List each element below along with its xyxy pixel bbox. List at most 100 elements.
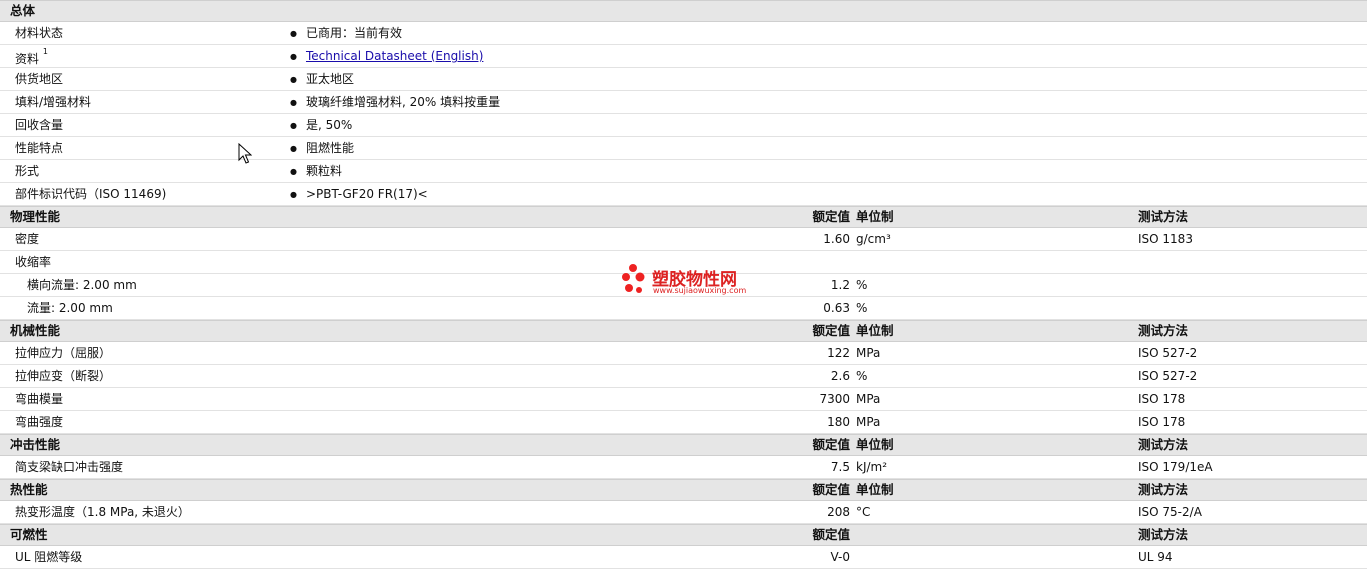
row-value: >PBT-GF20 FR(17)<	[290, 183, 428, 207]
row-value: 7.5	[830, 460, 850, 474]
mouse-pointer-icon	[238, 143, 252, 164]
general-row-features: 性能特点 阻燃性能	[0, 137, 1367, 160]
row-value: Technical Datasheet (English)	[290, 45, 483, 69]
header-test: 测试方法	[1138, 323, 1189, 338]
row-value: 已商用：当前有效	[290, 22, 402, 46]
section-flammability-header: 可燃性 额定值 测试方法	[0, 524, 1367, 546]
header-test: 测试方法	[1138, 209, 1189, 224]
row-value: 是, 50%	[290, 114, 352, 138]
header-test: 测试方法	[1138, 437, 1189, 452]
thermal-row-hdt: 热变形温度（1.8 MPa, 未退火） 208 °C ISO 75-2/A	[0, 501, 1367, 524]
row-test: ISO 75-2/A	[1138, 505, 1202, 519]
flammability-row-ul: UL 阻燃等级 V-0 UL 94	[0, 546, 1367, 569]
section-title: 可燃性	[10, 527, 48, 542]
watermark-url: www.sujiaowuxing.com	[653, 286, 747, 295]
section-mechanical-header: 机械性能 额定值 单位制 测试方法	[0, 320, 1367, 342]
general-row-filler: 填料/增强材料 玻璃纤维增强材料, 20% 填料按重量	[0, 91, 1367, 114]
general-row-recycled: 回收含量 是, 50%	[0, 114, 1367, 137]
header-value: 额定值	[812, 323, 850, 338]
section-title: 物理性能	[10, 209, 61, 224]
general-row-part-code: 部件标识代码（ISO 11469) >PBT-GF20 FR(17)<	[0, 183, 1367, 206]
row-label: 收缩率	[15, 255, 52, 269]
row-unit: MPa	[856, 392, 881, 406]
row-label: 形式	[15, 164, 40, 178]
row-label: 拉伸应力（屈服）	[15, 346, 112, 360]
header-value: 额定值	[812, 482, 850, 497]
row-unit: %	[856, 369, 868, 383]
row-label: 回收含量	[15, 118, 64, 132]
header-test: 测试方法	[1138, 527, 1189, 542]
row-test: UL 94	[1138, 550, 1173, 564]
row-label: 简支梁缺口冲击强度	[15, 460, 124, 474]
row-label: 拉伸应变（断裂）	[15, 369, 112, 383]
row-value: 亚太地区	[290, 68, 354, 92]
section-thermal-header: 热性能 额定值 单位制 测试方法	[0, 479, 1367, 501]
header-value: 额定值	[812, 209, 850, 224]
header-test: 测试方法	[1138, 482, 1189, 497]
section-title: 冲击性能	[10, 437, 61, 452]
row-label: 流量: 2.00 mm	[27, 301, 113, 315]
impact-row-charpy: 简支梁缺口冲击强度 7.5 kJ/m² ISO 179/1eA	[0, 456, 1367, 479]
row-label: 热变形温度（1.8 MPa, 未退火）	[15, 505, 190, 519]
row-value: 7300	[819, 392, 850, 406]
row-label: 资料 1	[15, 45, 48, 70]
row-test: ISO 178	[1138, 392, 1186, 406]
row-label: 密度	[15, 232, 40, 246]
watermark-logo-icon	[622, 264, 645, 293]
row-value: 2.6	[830, 369, 850, 383]
row-test: ISO 179/1eA	[1138, 460, 1213, 474]
general-row-region: 供货地区 亚太地区	[0, 68, 1367, 91]
row-label: 部件标识代码（ISO 11469)	[15, 187, 167, 201]
row-unit: %	[856, 278, 868, 292]
row-test: ISO 178	[1138, 415, 1186, 429]
row-value: 180	[827, 415, 850, 429]
row-unit: g/cm³	[856, 232, 891, 246]
mechanical-row-tensile-strain: 拉伸应变（断裂） 2.6 % ISO 527-2	[0, 365, 1367, 388]
row-value: 0.63	[823, 301, 850, 315]
row-value: 玻璃纤维增强材料, 20% 填料按重量	[290, 91, 500, 115]
row-unit: %	[856, 301, 868, 315]
row-value: 阻燃性能	[290, 137, 354, 161]
header-unit: 单位制	[856, 323, 894, 338]
section-impact-header: 冲击性能 额定值 单位制 测试方法	[0, 434, 1367, 456]
row-value: 1.60	[823, 232, 850, 246]
row-label: 供货地区	[15, 72, 64, 86]
row-label: 弯曲强度	[15, 415, 64, 429]
row-label: UL 阻燃等级	[15, 550, 83, 564]
mechanical-row-flexural-modulus: 弯曲模量 7300 MPa ISO 178	[0, 388, 1367, 411]
row-unit: °C	[856, 505, 871, 519]
mechanical-row-tensile-stress: 拉伸应力（屈服） 122 MPa ISO 527-2	[0, 342, 1367, 365]
row-value: 颗粒料	[290, 160, 342, 184]
row-value: V-0	[830, 550, 850, 564]
physical-row-density: 密度 1.60 g/cm³ ISO 1183	[0, 228, 1367, 251]
row-label: 横向流量: 2.00 mm	[27, 278, 137, 292]
row-label: 弯曲模量	[15, 392, 64, 406]
row-test: ISO 1183	[1138, 232, 1193, 246]
row-unit: kJ/m²	[856, 460, 888, 474]
row-unit: MPa	[856, 415, 881, 429]
section-title: 总体	[10, 3, 36, 18]
row-label: 性能特点	[15, 141, 64, 155]
mechanical-row-flexural-strength: 弯曲强度 180 MPa ISO 178	[0, 411, 1367, 434]
general-row-documents: 资料 1 Technical Datasheet (English)	[0, 45, 1367, 68]
footnote-marker: 1	[42, 47, 48, 56]
row-label-text: 资料	[15, 52, 40, 66]
header-unit: 单位制	[856, 482, 894, 497]
row-label: 填料/增强材料	[15, 95, 92, 109]
section-general-header: 总体	[0, 0, 1367, 22]
general-row-status: 材料状态 已商用：当前有效	[0, 22, 1367, 45]
row-test: ISO 527-2	[1138, 346, 1198, 360]
row-value: 122	[827, 346, 850, 360]
section-title: 热性能	[10, 482, 48, 497]
technical-datasheet-link[interactable]: Technical Datasheet (English)	[306, 49, 483, 63]
watermark: 塑胶物性网 www.sujiaowuxing.com	[620, 263, 760, 299]
row-test: ISO 527-2	[1138, 369, 1198, 383]
row-unit: MPa	[856, 346, 881, 360]
section-title: 机械性能	[10, 323, 61, 338]
section-physical-header: 物理性能 额定值 单位制 测试方法	[0, 206, 1367, 228]
physical-row-shrinkage-flow: 流量: 2.00 mm 0.63 %	[0, 297, 1367, 320]
row-label: 材料状态	[15, 26, 64, 40]
general-row-form: 形式 颗粒料	[0, 160, 1367, 183]
header-value: 额定值	[812, 437, 850, 452]
header-value: 额定值	[812, 527, 850, 542]
